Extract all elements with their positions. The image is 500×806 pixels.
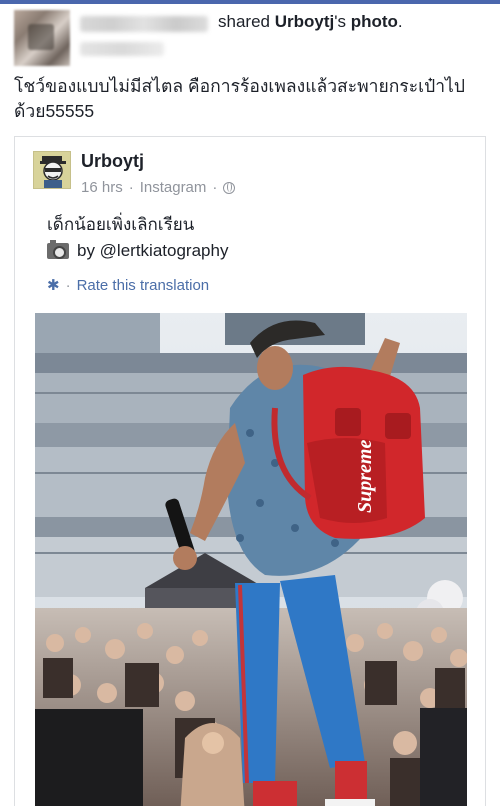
gear-icon[interactable]: ✱ — [47, 276, 60, 294]
concert-photo-illustration: Supreme — [35, 313, 467, 806]
post-time[interactable]: 16 hrs — [81, 179, 123, 196]
caption-text: เด็กน้อยเพิ่งเลิกเรียน — [47, 215, 195, 234]
caption-credit-line: by @lertkiatography — [47, 240, 229, 261]
share-action-text: shared Urboytj's photo. — [218, 12, 403, 32]
caption-credit: by @lertkiatography — [77, 241, 229, 260]
shared-object-link[interactable]: photo — [351, 12, 398, 31]
svg-text:Supreme: Supreme — [354, 440, 376, 513]
poster-name-redacted[interactable] — [80, 16, 208, 32]
top-strip — [0, 0, 500, 4]
meta-separator: · — [128, 179, 134, 196]
shared-post-meta: 16 hrs · Instagram · — [81, 179, 236, 196]
post-source[interactable]: Instagram — [140, 179, 207, 196]
post-header: shared Urboytj's photo. — [14, 10, 486, 66]
camera-icon — [47, 240, 69, 259]
shared-post-card[interactable]: Urboytj 16 hrs · Instagram · เด็กน้อยเพิ… — [14, 136, 486, 806]
poster-avatar[interactable] — [14, 10, 70, 66]
shared-photo[interactable]: Supreme — [35, 313, 467, 806]
action-verb: shared — [218, 12, 270, 31]
post-body-text: โชว์ของแบบไม่มีสไตล คือการร้องเพลงแล้วสะ… — [14, 76, 465, 121]
period: . — [397, 12, 403, 31]
shared-author-avatar[interactable] — [33, 151, 71, 189]
shared-owner-link[interactable]: Urboytj — [275, 12, 335, 31]
post-time-redacted[interactable] — [80, 42, 164, 56]
globe-icon[interactable] — [223, 181, 236, 194]
meta-separator-2: · — [212, 179, 218, 196]
shared-author-name[interactable]: Urboytj — [81, 151, 144, 172]
possessive-suffix: 's — [334, 12, 346, 31]
translation-row: ✱ · Rate this translation — [47, 276, 210, 295]
translate-separator: · — [65, 276, 71, 294]
rate-translation-link[interactable]: Rate this translation — [77, 277, 210, 294]
